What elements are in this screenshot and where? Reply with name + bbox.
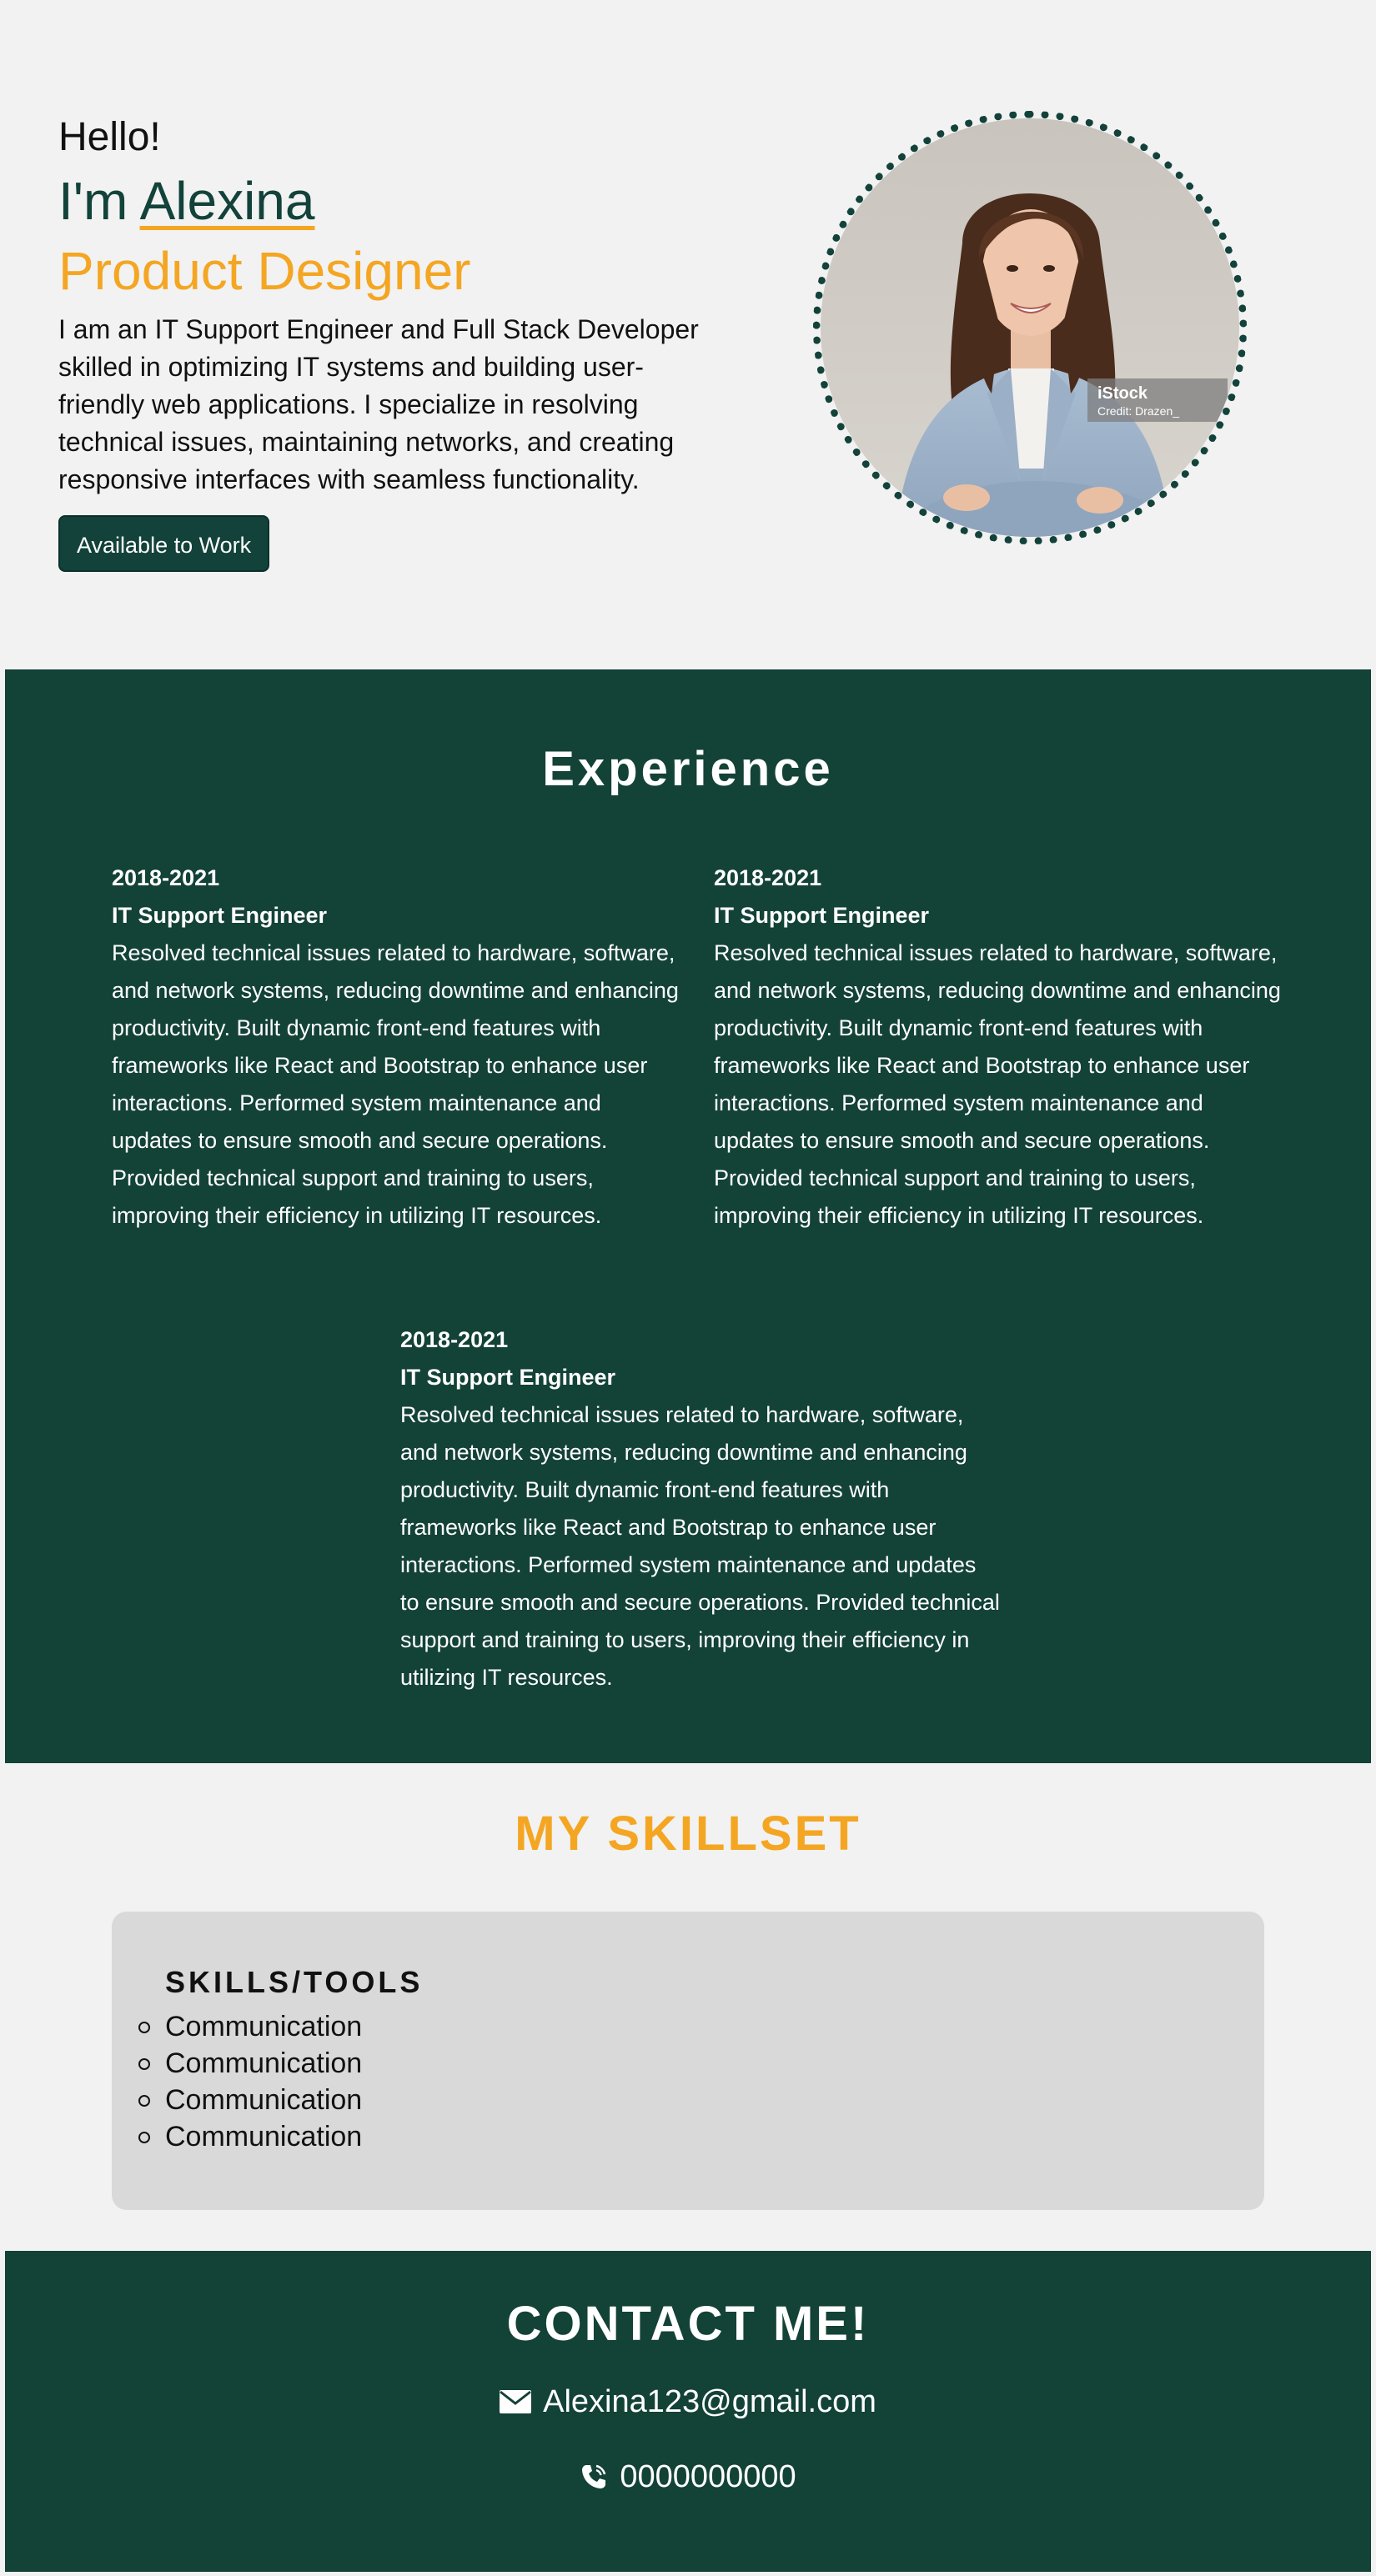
contact-section: CONTACT ME! Alexina123@gmail.com 0000000… <box>5 2251 1371 2572</box>
skill-label: Communication <box>165 2011 363 2042</box>
job-description: Resolved technical issues related to har… <box>400 1402 1000 1690</box>
experience-item: 2018-2021 IT Support Engineer Resolved t… <box>400 1321 1001 1696</box>
im-prefix: I'm <box>58 171 140 231</box>
contact-heading: CONTACT ME! <box>506 2297 870 2351</box>
portfolio-page: Hello! I'm Alexina Product Designer I am… <box>0 0 1376 2576</box>
skillset-heading: MY SKILLSET <box>515 1807 861 1861</box>
experience-heading: Experience <box>542 742 834 796</box>
person-name: Alexina <box>139 171 315 231</box>
hero-text: Hello! I'm Alexina Product Designer I am… <box>58 113 726 572</box>
job-title: IT Support Engineer <box>112 903 328 928</box>
available-to-work-button[interactable]: Available to Work <box>58 515 270 572</box>
job-description: Resolved technical issues related to har… <box>112 940 679 1228</box>
envelope-icon <box>500 2390 532 2413</box>
role-title: Product Designer <box>58 241 471 301</box>
job-title: IT Support Engineer <box>714 903 930 928</box>
profile-photo: iStock Credit: Drazen_ <box>813 111 1247 544</box>
watermark-brand: iStock <box>1097 384 1148 403</box>
skill-item: Communication <box>138 2008 363 2045</box>
job-description: Resolved technical issues related to har… <box>714 940 1281 1228</box>
portrait-image: iStock Credit: Drazen_ <box>821 118 1239 537</box>
job-years: 2018-2021 <box>112 865 220 890</box>
circle-bullet-icon <box>138 2132 150 2143</box>
skills-list: Communication Communication Communicatio… <box>138 2008 363 2155</box>
intro-paragraph: I am an IT Support Engineer and Full Sta… <box>58 314 699 494</box>
skill-label: Communication <box>165 2084 363 2116</box>
skill-item: Communication <box>138 2045 363 2082</box>
skill-label: Communication <box>165 2121 363 2153</box>
experience-section: Experience 2018-2021 IT Support Engineer… <box>5 669 1371 1763</box>
job-years: 2018-2021 <box>400 1327 509 1352</box>
job-title: IT Support Engineer <box>400 1365 616 1390</box>
contact-phone-link[interactable]: 0000000000 <box>620 2454 796 2499</box>
skills-card: SKILLS/TOOLS Communication Communication… <box>112 1912 1264 2210</box>
circle-bullet-icon <box>138 2022 150 2033</box>
hero-section: Hello! I'm Alexina Product Designer I am… <box>0 0 1376 667</box>
experience-item: 2018-2021 IT Support Engineer Resolved t… <box>112 860 679 1235</box>
circle-bullet-icon <box>138 2095 150 2107</box>
experience-item: 2018-2021 IT Support Engineer Resolved t… <box>714 860 1281 1235</box>
circle-bullet-icon <box>138 2058 150 2070</box>
contact-email-row: Alexina123@gmail.com <box>5 2379 1371 2424</box>
skill-item: Communication <box>138 2082 363 2118</box>
skill-label: Communication <box>165 2047 363 2079</box>
watermark-credit: Credit: Drazen_ <box>1097 404 1179 418</box>
skills-tools-heading: SKILLS/TOOLS <box>165 1965 424 1999</box>
contact-phone-row: 0000000000 <box>5 2454 1371 2499</box>
phone-icon <box>580 2463 608 2491</box>
contact-email-link[interactable]: Alexina123@gmail.com <box>543 2379 876 2424</box>
skill-item: Communication <box>138 2118 363 2155</box>
intro-name-line: I'm Alexina <box>58 168 726 234</box>
job-years: 2018-2021 <box>714 865 822 890</box>
greeting: Hello! <box>58 115 161 159</box>
